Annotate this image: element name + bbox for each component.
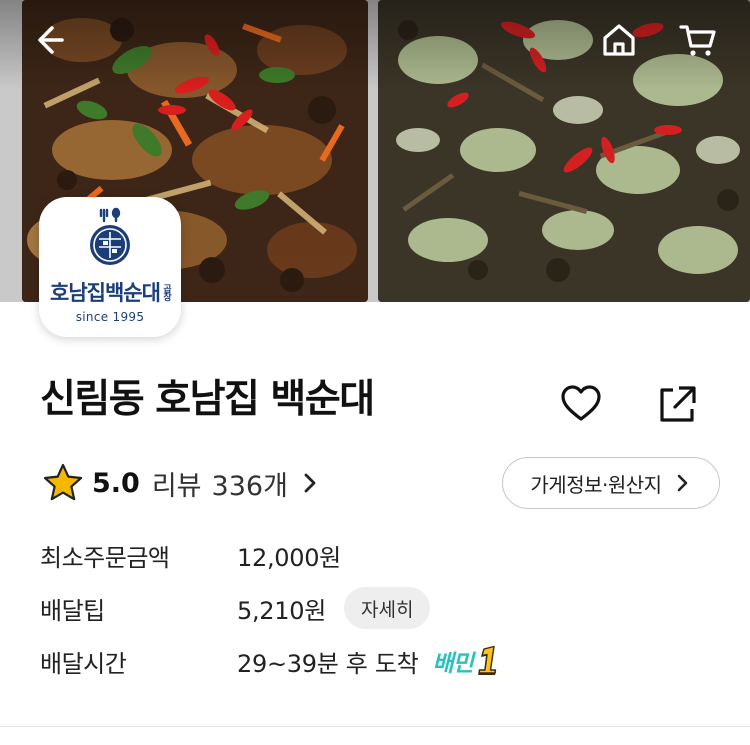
logo-emblem-icon bbox=[90, 207, 130, 265]
share-button[interactable] bbox=[652, 379, 702, 429]
home-icon bbox=[603, 24, 635, 56]
review-count: 336개 bbox=[211, 470, 288, 502]
delivery-time-row: 배달시간 29~39분 후 도착 배민 1 bbox=[40, 639, 502, 683]
delivery-tip-value: 5,210원 bbox=[237, 596, 326, 625]
store-info-label: 가게정보·원산지 bbox=[530, 472, 662, 497]
rating-score: 5.0 bbox=[92, 467, 140, 499]
review-label: 리뷰 bbox=[151, 470, 202, 502]
chevron-right-icon bbox=[304, 473, 316, 493]
min-order-row: 최소주문금액 12,000원 bbox=[40, 533, 341, 577]
share-icon bbox=[660, 386, 696, 422]
delivery-tip-row: 배달팁 5,210원 자세히 bbox=[40, 586, 431, 630]
chevron-right-icon bbox=[677, 474, 687, 492]
section-divider bbox=[0, 726, 750, 727]
cart-button[interactable] bbox=[676, 18, 720, 62]
arrow-left-icon bbox=[38, 26, 64, 54]
baemin-one-badge: 배민 1 bbox=[432, 643, 501, 679]
delivery-time-label: 배달시간 bbox=[40, 649, 127, 678]
cart-icon bbox=[679, 25, 716, 56]
logo-name: 호남집백순대 곱창 bbox=[50, 277, 171, 307]
baemin-badge-number: 1 bbox=[474, 645, 475, 646]
heart-outline-icon bbox=[561, 385, 601, 421]
home-button[interactable] bbox=[597, 18, 641, 62]
logo-sub-text: 곱창 bbox=[160, 284, 171, 300]
logo-name-text: 호남집백순대 bbox=[50, 281, 161, 305]
rating-row: 5.0 리뷰 336개 bbox=[42, 460, 322, 506]
logo-since-text: since 1995 bbox=[75, 310, 145, 324]
review-link[interactable]: 리뷰 336개 bbox=[152, 464, 322, 503]
delivery-tip-detail-button[interactable]: 자세히 bbox=[344, 587, 431, 629]
baemin-one-icon: 1 bbox=[474, 645, 496, 675]
store-info-button[interactable]: 가게정보·원산지 bbox=[502, 457, 720, 509]
baemin-badge-text: 배민 bbox=[432, 651, 473, 677]
delivery-time-value: 29~39분 후 도착 bbox=[237, 649, 419, 678]
store-logo: 호남집백순대 곱창 since 1995 bbox=[39, 197, 181, 337]
favorite-button[interactable] bbox=[556, 379, 606, 429]
back-button[interactable] bbox=[26, 18, 70, 62]
delivery-tip-label: 배달팁 bbox=[40, 596, 105, 625]
star-icon bbox=[43, 463, 83, 501]
min-order-value: 12,000원 bbox=[237, 543, 341, 572]
min-order-label: 최소주문금액 bbox=[40, 543, 170, 572]
store-title: 신림동 호남집 백순대 bbox=[40, 377, 375, 422]
